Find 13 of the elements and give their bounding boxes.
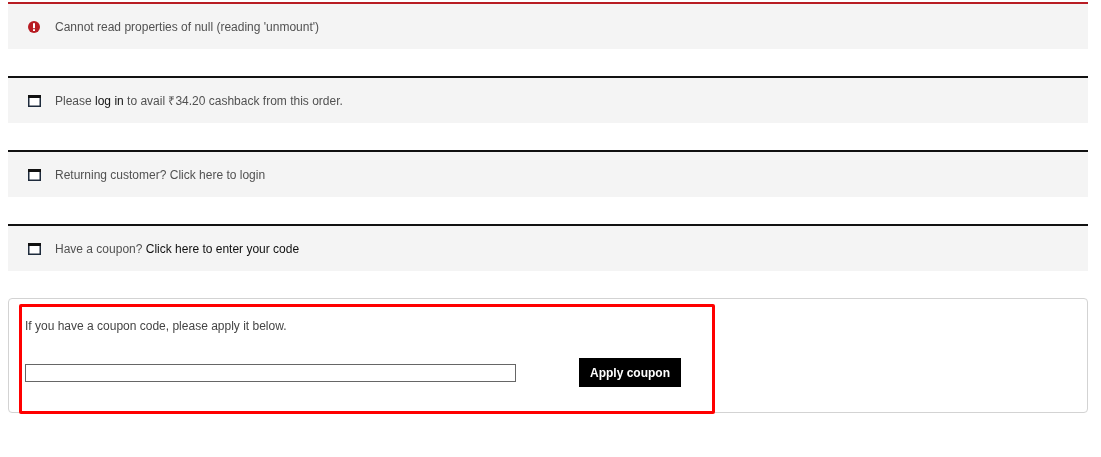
window-icon [28, 242, 41, 255]
apply-coupon-button[interactable]: Apply coupon [579, 358, 681, 387]
window-icon [28, 168, 41, 181]
coupon-instructions: If you have a coupon code, please apply it below. [25, 319, 288, 333]
notice-link[interactable]: Click here to enter your code [145, 241, 300, 256]
notice-message: Cannot read properties of null (reading 'unmount') [55, 19, 320, 34]
error-icon [28, 20, 40, 33]
window-icon [28, 94, 41, 107]
notice-link[interactable]: log in [95, 94, 124, 108]
notice-message: Please log in to avail ₹34.20 cashback from this order. [55, 93, 343, 109]
notice-message: Returning customer? Click here to login [55, 167, 266, 182]
notice-message: Have a coupon? Click here to enter your code [55, 241, 300, 256]
coupon-code-field[interactable] [25, 363, 516, 382]
